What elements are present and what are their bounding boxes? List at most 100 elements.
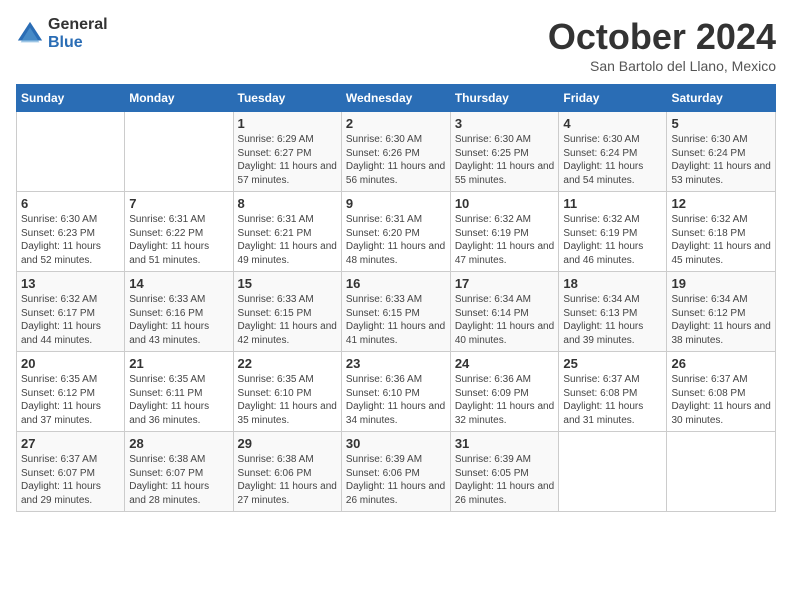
- day-info: Sunrise: 6:31 AMSunset: 6:22 PMDaylight:…: [129, 213, 228, 267]
- logo-blue: Blue: [48, 34, 108, 52]
- day-number: 28: [129, 436, 228, 451]
- title-block: October 2024 San Bartolo del Llano, Mexi…: [548, 16, 776, 74]
- calendar-cell: 14Sunrise: 6:33 AMSunset: 6:16 PMDayligh…: [125, 272, 233, 352]
- calendar-cell: 12Sunrise: 6:32 AMSunset: 6:18 PMDayligh…: [667, 192, 776, 272]
- day-info: Sunrise: 6:30 AMSunset: 6:23 PMDaylight:…: [21, 213, 120, 267]
- day-info: Sunrise: 6:32 AMSunset: 6:19 PMDaylight:…: [563, 213, 662, 267]
- calendar-cell: 10 Sunrise: 6:32 AMSunset: 6:19 PMDayligh…: [450, 192, 559, 272]
- day-info: Sunrise: 6:32 AMSunset: 6:17 PMDaylight:…: [21, 293, 120, 347]
- day-number: 21: [129, 356, 228, 371]
- day-number: 15: [238, 276, 337, 291]
- calendar-cell: 2 Sunrise: 6:30 AMSunset: 6:26 PMDaylight…: [341, 112, 450, 192]
- calendar-cell: 7Sunrise: 6:31 AMSunset: 6:22 PMDaylight…: [125, 192, 233, 272]
- logo-text: General Blue: [48, 16, 108, 51]
- logo-general: General: [48, 16, 108, 34]
- calendar-cell: 15 Sunrise: 6:33 AMSunset: 6:15 PMDayligh…: [233, 272, 341, 352]
- day-info: Sunrise: 6:30 AMSunset: 6:26 PMDaylight:…: [346, 133, 446, 187]
- calendar-cell: 8Sunrise: 6:31 AMSunset: 6:21 PMDaylight…: [233, 192, 341, 272]
- day-number: 2: [346, 116, 446, 131]
- day-number: 24: [455, 356, 555, 371]
- calendar-header-row: SundayMondayTuesdayWednesdayThursdayFrid…: [17, 85, 776, 112]
- day-info: Sunrise: 6:33 AMSunset: 6:16 PMDaylight:…: [129, 293, 228, 347]
- day-number: 5: [671, 116, 771, 131]
- calendar-cell: 26 Sunrise: 6:37 AMSunset: 6:08 PMDayligh…: [667, 352, 776, 432]
- day-info: Sunrise: 6:38 AMSunset: 6:07 PMDaylight:…: [129, 453, 228, 507]
- calendar-cell: [667, 432, 776, 512]
- logo-icon: [16, 20, 44, 48]
- day-number: 23: [346, 356, 446, 371]
- day-info: Sunrise: 6:33 AMSunset: 6:15 PMDaylight:…: [346, 293, 446, 347]
- day-number: 18: [563, 276, 662, 291]
- calendar-cell: 31Sunrise: 6:39 AMSunset: 6:05 PMDayligh…: [450, 432, 559, 512]
- day-number: 9: [346, 196, 446, 211]
- day-number: 1: [238, 116, 337, 131]
- calendar-cell: 24 Sunrise: 6:36 AMSunset: 6:09 PMDayligh…: [450, 352, 559, 432]
- header-monday: Monday: [125, 85, 233, 112]
- day-info: Sunrise: 6:30 AMSunset: 6:24 PMDaylight:…: [563, 133, 662, 187]
- day-info: Sunrise: 6:33 AMSunset: 6:15 PMDaylight:…: [238, 293, 337, 347]
- day-info: Sunrise: 6:35 AMSunset: 6:11 PMDaylight:…: [129, 373, 228, 427]
- day-info: Sunrise: 6:29 AMSunset: 6:27 PMDaylight:…: [238, 133, 337, 187]
- day-number: 29: [238, 436, 337, 451]
- header-tuesday: Tuesday: [233, 85, 341, 112]
- day-number: 4: [563, 116, 662, 131]
- calendar-cell: 1 Sunrise: 6:29 AMSunset: 6:27 PMDaylight…: [233, 112, 341, 192]
- day-number: 19: [671, 276, 771, 291]
- location-subtitle: San Bartolo del Llano, Mexico: [548, 58, 776, 74]
- day-info: Sunrise: 6:39 AMSunset: 6:05 PMDaylight:…: [455, 453, 555, 507]
- calendar-cell: 20 Sunrise: 6:35 AMSunset: 6:12 PMDayligh…: [17, 352, 125, 432]
- day-info: Sunrise: 6:34 AMSunset: 6:12 PMDaylight:…: [671, 293, 771, 347]
- day-number: 8: [238, 196, 337, 211]
- page-header: General Blue October 2024 San Bartolo de…: [16, 16, 776, 74]
- calendar-cell: [559, 432, 667, 512]
- day-number: 13: [21, 276, 120, 291]
- calendar-cell: 17 Sunrise: 6:34 AMSunset: 6:14 PMDayligh…: [450, 272, 559, 352]
- calendar-cell: [125, 112, 233, 192]
- calendar-table: SundayMondayTuesdayWednesdayThursdayFrid…: [16, 84, 776, 512]
- day-number: 30: [346, 436, 446, 451]
- calendar-week-2: 6Sunrise: 6:30 AMSunset: 6:23 PMDaylight…: [17, 192, 776, 272]
- day-number: 27: [21, 436, 120, 451]
- calendar-cell: 9 Sunrise: 6:31 AMSunset: 6:20 PMDaylight…: [341, 192, 450, 272]
- calendar-cell: 29 Sunrise: 6:38 AMSunset: 6:06 PMDayligh…: [233, 432, 341, 512]
- month-title: October 2024: [548, 16, 776, 58]
- day-number: 25: [563, 356, 662, 371]
- day-number: 20: [21, 356, 120, 371]
- day-number: 16: [346, 276, 446, 291]
- day-number: 3: [455, 116, 555, 131]
- day-info: Sunrise: 6:37 AMSunset: 6:08 PMDaylight:…: [671, 373, 771, 427]
- day-info: Sunrise: 6:39 AMSunset: 6:06 PMDaylight:…: [346, 453, 446, 507]
- calendar-cell: 11 Sunrise: 6:32 AMSunset: 6:19 PMDayligh…: [559, 192, 667, 272]
- day-info: Sunrise: 6:34 AMSunset: 6:14 PMDaylight:…: [455, 293, 555, 347]
- calendar-cell: 18Sunrise: 6:34 AMSunset: 6:13 PMDayligh…: [559, 272, 667, 352]
- calendar-cell: 30 Sunrise: 6:39 AMSunset: 6:06 PMDayligh…: [341, 432, 450, 512]
- calendar-cell: 3Sunrise: 6:30 AMSunset: 6:25 PMDaylight…: [450, 112, 559, 192]
- day-info: Sunrise: 6:32 AMSunset: 6:19 PMDaylight:…: [455, 213, 555, 267]
- header-wednesday: Wednesday: [341, 85, 450, 112]
- day-number: 11: [563, 196, 662, 211]
- day-info: Sunrise: 6:36 AMSunset: 6:09 PMDaylight:…: [455, 373, 555, 427]
- calendar-week-1: 1 Sunrise: 6:29 AMSunset: 6:27 PMDaylight…: [17, 112, 776, 192]
- day-info: Sunrise: 6:36 AMSunset: 6:10 PMDaylight:…: [346, 373, 446, 427]
- calendar-cell: 13 Sunrise: 6:32 AMSunset: 6:17 PMDayligh…: [17, 272, 125, 352]
- calendar-cell: 25 Sunrise: 6:37 AMSunset: 6:08 PMDayligh…: [559, 352, 667, 432]
- day-number: 10: [455, 196, 555, 211]
- day-info: Sunrise: 6:35 AMSunset: 6:10 PMDaylight:…: [238, 373, 337, 427]
- day-info: Sunrise: 6:37 AMSunset: 6:08 PMDaylight:…: [563, 373, 662, 427]
- day-number: 26: [671, 356, 771, 371]
- calendar-cell: 4 Sunrise: 6:30 AMSunset: 6:24 PMDaylight…: [559, 112, 667, 192]
- day-number: 22: [238, 356, 337, 371]
- calendar-cell: 6Sunrise: 6:30 AMSunset: 6:23 PMDaylight…: [17, 192, 125, 272]
- calendar-cell: 16 Sunrise: 6:33 AMSunset: 6:15 PMDayligh…: [341, 272, 450, 352]
- day-info: Sunrise: 6:32 AMSunset: 6:18 PMDaylight:…: [671, 213, 771, 267]
- calendar-week-5: 27 Sunrise: 6:37 AMSunset: 6:07 PMDayligh…: [17, 432, 776, 512]
- header-thursday: Thursday: [450, 85, 559, 112]
- calendar-week-4: 20 Sunrise: 6:35 AMSunset: 6:12 PMDayligh…: [17, 352, 776, 432]
- day-info: Sunrise: 6:37 AMSunset: 6:07 PMDaylight:…: [21, 453, 120, 507]
- day-info: Sunrise: 6:38 AMSunset: 6:06 PMDaylight:…: [238, 453, 337, 507]
- calendar-cell: 27 Sunrise: 6:37 AMSunset: 6:07 PMDayligh…: [17, 432, 125, 512]
- day-info: Sunrise: 6:31 AMSunset: 6:20 PMDaylight:…: [346, 213, 446, 267]
- calendar-cell: 21 Sunrise: 6:35 AMSunset: 6:11 PMDayligh…: [125, 352, 233, 432]
- day-info: Sunrise: 6:35 AMSunset: 6:12 PMDaylight:…: [21, 373, 120, 427]
- day-number: 17: [455, 276, 555, 291]
